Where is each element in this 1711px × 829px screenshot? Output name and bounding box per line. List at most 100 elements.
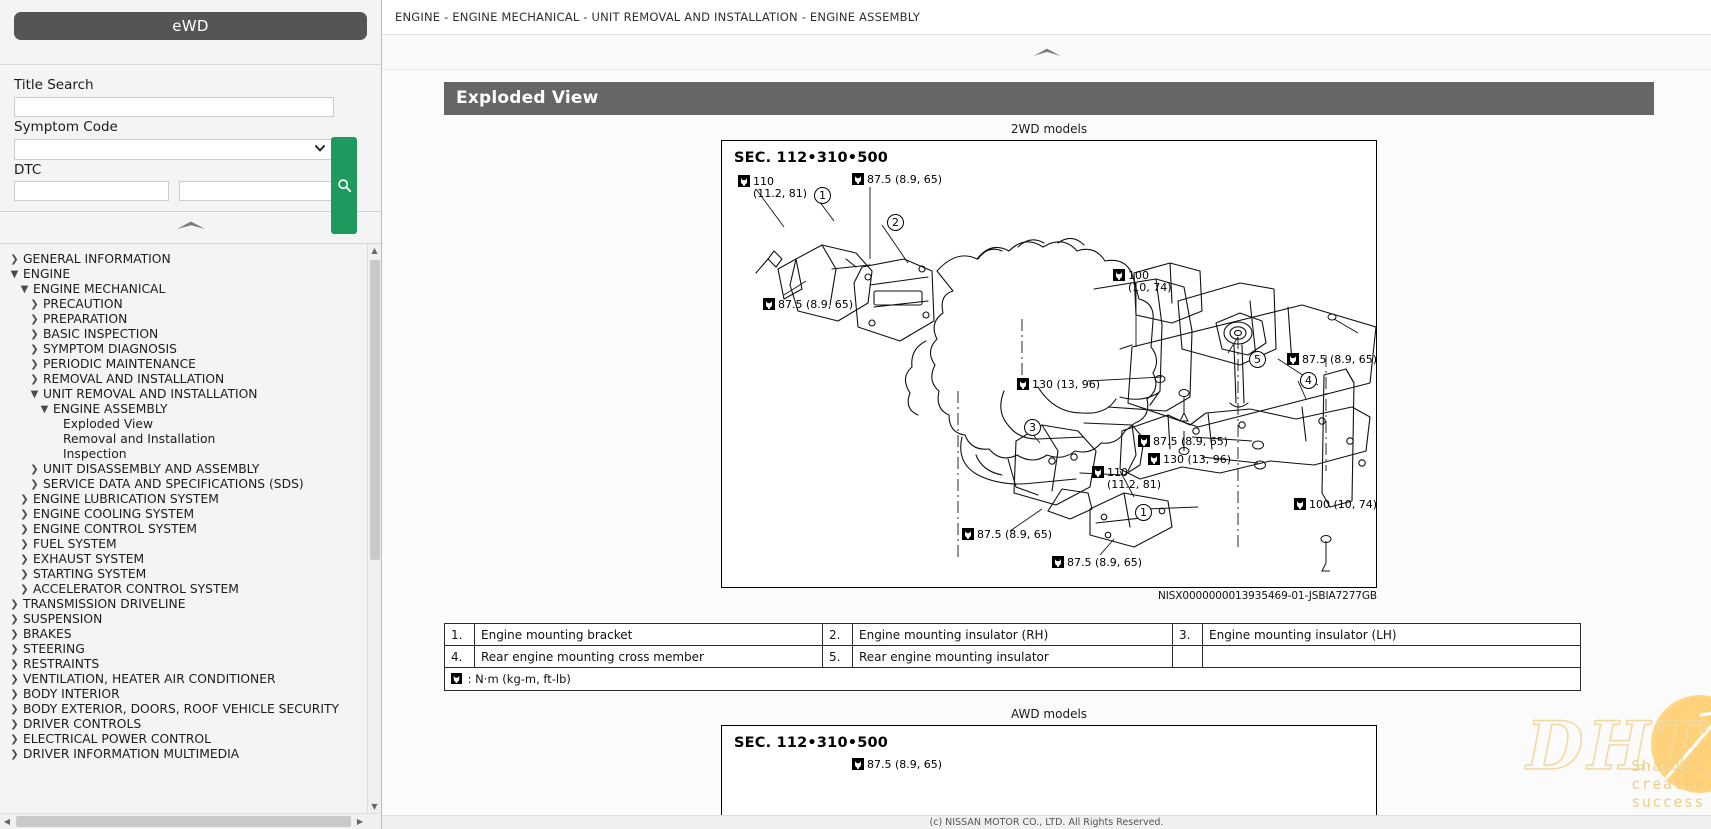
tree-item[interactable]: ❯ BODY INTERIOR xyxy=(0,687,367,702)
scroll-left-arrow-icon[interactable]: ◀ xyxy=(0,817,14,826)
tree-item[interactable]: ❯ PRECAUTION xyxy=(0,297,367,312)
search-button[interactable] xyxy=(331,137,357,234)
tree-item[interactable]: ❯ DRIVER CONTROLS xyxy=(0,717,367,732)
tree-item[interactable]: ▼ ENGINE ASSEMBLY xyxy=(0,402,367,417)
content-collapse-button[interactable] xyxy=(1032,43,1062,62)
tree-item[interactable]: ❯ FUEL SYSTEM xyxy=(0,537,367,552)
symptom-code-select[interactable] xyxy=(14,138,334,160)
navigation-tree-panel: ❯ GENERAL INFORMATION ▼ ENGINE ▼ ENGINE MECHA… xyxy=(0,242,381,829)
tree-item[interactable]: ❯ SYMPTOM DIAGNOSIS xyxy=(0,342,367,357)
tree-item[interactable]: ❯ ENGINE CONTROL SYSTEM xyxy=(0,522,367,537)
chevron-right-icon[interactable]: ❯ xyxy=(28,342,41,357)
scroll-right-arrow-icon[interactable]: ▶ xyxy=(353,817,367,826)
tree-item[interactable]: ❯ BASIC INSPECTION xyxy=(0,327,367,342)
chevron-right-icon[interactable]: ❯ xyxy=(8,597,21,612)
chevron-down-icon[interactable]: ▼ xyxy=(28,387,41,402)
chevron-right-icon[interactable]: ❯ xyxy=(8,252,21,267)
torque-spec-text: 130 (13, 96) xyxy=(1163,453,1232,466)
chevron-right-icon[interactable]: ❯ xyxy=(18,507,31,522)
tree-item[interactable]: ❯ REMOVAL AND INSTALLATION xyxy=(0,372,367,387)
scroll-up-arrow-icon[interactable]: ▲ xyxy=(368,243,381,258)
tree-item[interactable]: ❯ SUSPENSION xyxy=(0,612,367,627)
torque-note-cell: : N·m (kg-m, ft-lb) xyxy=(444,667,1581,691)
chevron-down-icon[interactable]: ▼ xyxy=(18,282,31,297)
chevron-right-icon[interactable]: ❯ xyxy=(8,612,21,627)
tree-item[interactable]: Inspection xyxy=(0,447,367,462)
tree-item[interactable]: ❯ PREPARATION xyxy=(0,312,367,327)
tree-item[interactable]: ❯ ACCELERATOR CONTROL SYSTEM xyxy=(0,582,367,597)
symptom-code-select-wrap xyxy=(14,138,334,160)
dtc-input-2[interactable] xyxy=(179,180,334,201)
tree-item-label: GENERAL INFORMATION xyxy=(23,251,171,266)
chevron-right-icon[interactable]: ❯ xyxy=(8,672,21,687)
tree-item[interactable]: ❯ STEERING xyxy=(0,642,367,657)
chevron-right-icon[interactable]: ❯ xyxy=(18,552,31,567)
tree-item[interactable]: ❯ ELECTRICAL POWER CONTROL xyxy=(0,732,367,747)
chevron-right-icon[interactable]: ❯ xyxy=(18,492,31,507)
chevron-right-icon[interactable]: ❯ xyxy=(8,627,21,642)
tree-horizontal-scroll-thumb[interactable] xyxy=(16,816,351,827)
chevron-right-icon[interactable]: ❯ xyxy=(28,357,41,372)
chevron-down-icon[interactable]: ▼ xyxy=(38,402,51,417)
chevron-right-icon[interactable]: ❯ xyxy=(8,687,21,702)
tree-item[interactable]: ❯ VENTILATION, HEATER AIR CONDITIONER xyxy=(0,672,367,687)
torque-spec-value: 100 (10, 74) xyxy=(1294,498,1376,511)
chevron-right-icon[interactable]: ❯ xyxy=(8,732,21,747)
tree-item[interactable]: ▼ ENGINE xyxy=(0,267,367,282)
tree-item[interactable]: ❯ PERIODIC MAINTENANCE xyxy=(0,357,367,372)
navigation-tree[interactable]: ❯ GENERAL INFORMATION ▼ ENGINE ▼ ENGINE MECHA… xyxy=(0,248,367,814)
tree-item[interactable]: ▼ UNIT REMOVAL AND INSTALLATION xyxy=(0,387,367,402)
chevron-right-icon[interactable]: ❯ xyxy=(28,372,41,387)
figure-2wd-id: NISX0000000013935469-01-JSBIA7277GB xyxy=(1157,590,1377,602)
ewd-title-bar[interactable]: eWD xyxy=(14,12,367,40)
part-name-cell xyxy=(1202,645,1581,668)
tree-item[interactable]: ❯ TRANSMISSION DRIVELINE xyxy=(0,597,367,612)
tree-item-label: VENTILATION, HEATER AIR CONDITIONER xyxy=(23,671,276,686)
tree-item[interactable]: ❯ GENERAL INFORMATION xyxy=(0,252,367,267)
tree-item[interactable]: ❯ RESTRAINTS xyxy=(0,657,367,672)
title-search-input[interactable] xyxy=(14,97,334,117)
tree-item[interactable]: ❯ EXHAUST SYSTEM xyxy=(0,552,367,567)
chevron-right-icon[interactable]: ❯ xyxy=(18,537,31,552)
chevron-right-icon[interactable]: ❯ xyxy=(8,642,21,657)
tree-item[interactable]: Removal and Installation xyxy=(0,432,367,447)
tree-item[interactable]: ❯ STARTING SYSTEM xyxy=(0,567,367,582)
document-viewport[interactable]: Exploded View 2WD models SEC. 112•310•50… xyxy=(382,71,1711,815)
tree-vertical-scrollbar[interactable]: ▲ ▼ xyxy=(367,243,381,813)
chevron-down-icon[interactable]: ▼ xyxy=(8,267,21,282)
torque-spec-label: 110 (11.2, 81) xyxy=(1092,466,1161,491)
torque-wrench-icon xyxy=(451,673,462,684)
chevron-right-icon[interactable]: ❯ xyxy=(28,477,41,492)
tree-item[interactable]: ❯ ENGINE COOLING SYSTEM xyxy=(0,507,367,522)
tree-item-label: BODY EXTERIOR, DOORS, ROOF VEHICLE SECUR… xyxy=(23,701,339,716)
dtc-input-1[interactable] xyxy=(14,180,169,201)
tree-item[interactable]: ▼ ENGINE MECHANICAL xyxy=(0,282,367,297)
chevron-right-icon[interactable]: ❯ xyxy=(28,297,41,312)
tree-item[interactable]: ❯ BRAKES xyxy=(0,627,367,642)
chevron-right-icon[interactable]: ❯ xyxy=(18,567,31,582)
tree-vertical-scroll-thumb[interactable] xyxy=(370,259,380,560)
tree-item-label: ENGINE MECHANICAL xyxy=(33,281,166,296)
tree-item[interactable]: Exploded View xyxy=(0,417,367,432)
torque-spec-label: 100 (10, 74) xyxy=(1113,269,1172,294)
chevron-right-icon[interactable]: ❯ xyxy=(8,657,21,672)
chevron-right-icon[interactable]: ❯ xyxy=(28,327,41,342)
chevron-right-icon[interactable]: ❯ xyxy=(8,717,21,732)
tree-item[interactable]: ❯ DRIVER INFORMATION MULTIMEDIA xyxy=(0,747,367,762)
chevron-right-icon[interactable]: ❯ xyxy=(18,582,31,597)
tree-item[interactable]: ❯ UNIT DISASSEMBLY AND ASSEMBLY xyxy=(0,462,367,477)
tree-item[interactable]: ❯ BODY EXTERIOR, DOORS, ROOF VEHICLE SECU… xyxy=(0,702,367,717)
tree-item-label: UNIT REMOVAL AND INSTALLATION xyxy=(43,386,258,401)
chevron-right-icon[interactable]: ❯ xyxy=(8,747,21,762)
chevron-right-icon[interactable]: ❯ xyxy=(18,522,31,537)
chevron-right-icon[interactable]: ❯ xyxy=(8,702,21,717)
chevron-up-icon xyxy=(1033,48,1060,56)
sidebar-collapse-button[interactable] xyxy=(0,211,381,243)
tree-item[interactable]: ❯ SERVICE DATA AND SPECIFICATIONS (SDS) xyxy=(0,477,367,492)
tree-horizontal-scrollbar[interactable]: ◀ ▶ xyxy=(0,813,381,829)
scroll-down-arrow-icon[interactable]: ▼ xyxy=(368,799,381,813)
tree-item[interactable]: ❯ ENGINE LUBRICATION SYSTEM xyxy=(0,492,367,507)
chevron-right-icon[interactable]: ❯ xyxy=(28,312,41,327)
chevron-right-icon[interactable]: ❯ xyxy=(28,462,41,477)
torque-spec-label: 87.5 (8.9, 65) xyxy=(1138,435,1228,448)
